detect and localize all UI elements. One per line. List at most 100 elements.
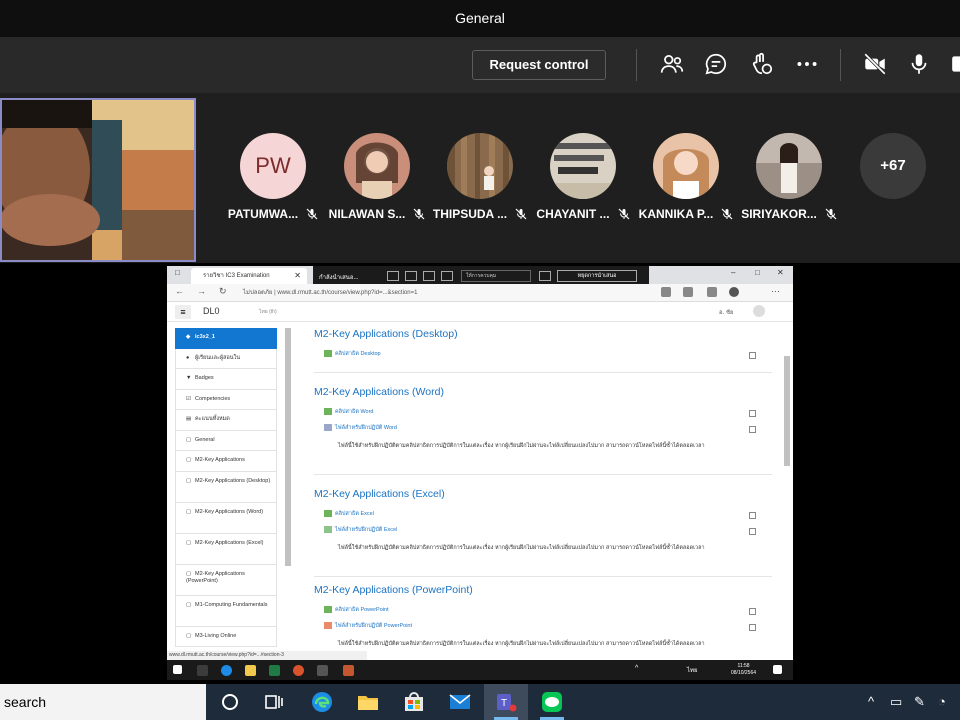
- participant-tile[interactable]: CHAYANIT ...: [533, 133, 633, 221]
- powerpoint-icon[interactable]: [293, 665, 304, 676]
- sidebar-item-section[interactable]: ▢ M2-Key Applications (Desktop): [175, 471, 277, 503]
- user-menu[interactable]: อ. ชัย: [719, 307, 734, 317]
- section-title[interactable]: M2-Key Applications (Word): [314, 386, 772, 398]
- activity-link[interactable]: ไฟล์สำหรับฝึกปฏิบัติ Word: [324, 424, 397, 432]
- edge-icon[interactable]: [310, 690, 334, 714]
- layout-icon[interactable]: [441, 271, 453, 281]
- clock[interactable]: 11:58 08/10/2564: [731, 663, 756, 677]
- activity-link[interactable]: ไฟล์สำหรับฝึกปฏิบัติ PowerPoint: [324, 622, 412, 630]
- site-brand[interactable]: DL0: [203, 306, 220, 316]
- store-icon[interactable]: [402, 690, 426, 714]
- minimize-icon[interactable]: –: [731, 268, 735, 277]
- participant-tile[interactable]: PW PATUMWA...: [223, 133, 323, 221]
- sidebar-item-grades[interactable]: ▤ คะแนนทั้งหมด: [175, 410, 277, 431]
- edge-icon[interactable]: [221, 665, 232, 676]
- app-icon[interactable]: [317, 665, 328, 676]
- layout-icon[interactable]: [387, 271, 399, 281]
- wifi-icon[interactable]: ◔: [938, 694, 954, 710]
- more-participants-button[interactable]: +67: [860, 133, 926, 199]
- participant-tile[interactable]: NILAWAN S...: [327, 133, 427, 221]
- notification-icon[interactable]: [773, 665, 782, 674]
- sidebar-scrollbar[interactable]: [285, 328, 291, 566]
- battery-icon[interactable]: ▭: [890, 694, 906, 710]
- profile-icon[interactable]: [729, 287, 739, 297]
- mic-icon[interactable]: [906, 51, 932, 79]
- activity-link[interactable]: คลิปสาธิต Excel: [324, 510, 374, 518]
- teams-icon[interactable]: T: [494, 690, 518, 714]
- completion-checkbox[interactable]: [749, 528, 756, 535]
- url-field[interactable]: ไม่ปลอดภัย | www.dl.rmutt.ac.th/course/v…: [243, 287, 643, 299]
- favorites-icon[interactable]: [707, 287, 717, 297]
- give-control-select[interactable]: ให้การควบคุม: [461, 270, 531, 282]
- participant-tile[interactable]: SIRIYAKOR...: [739, 133, 839, 221]
- search-icon[interactable]: [197, 665, 208, 676]
- self-video-tile[interactable]: [0, 98, 196, 262]
- extension-icon[interactable]: [661, 287, 671, 297]
- line-icon[interactable]: [540, 690, 564, 714]
- sidebar-item-section[interactable]: ▢ M2-Key Applications (Word): [175, 502, 277, 534]
- section-title[interactable]: M2-Key Applications (Desktop): [314, 328, 772, 340]
- task-view-icon[interactable]: [262, 690, 286, 714]
- camera-off-icon[interactable]: [862, 51, 888, 79]
- avatar[interactable]: [753, 305, 765, 317]
- people-icon[interactable]: [659, 51, 685, 79]
- language-indicator[interactable]: ไทย: [687, 665, 707, 676]
- reactions-icon[interactable]: [749, 51, 775, 79]
- completion-checkbox[interactable]: [749, 352, 756, 359]
- sidebar-item-section[interactable]: ▢ M3-Living Online: [175, 626, 277, 647]
- back-icon[interactable]: ←: [175, 286, 184, 296]
- activity-link[interactable]: คลิปสาธิต Word: [324, 408, 373, 416]
- tray-chevron-icon[interactable]: ^: [635, 665, 646, 676]
- maximize-icon[interactable]: □: [755, 268, 760, 277]
- forward-icon[interactable]: →: [197, 286, 206, 296]
- activity-link[interactable]: คลิปสาธิต Desktop: [324, 350, 381, 358]
- completion-checkbox[interactable]: [749, 426, 756, 433]
- layout-icon[interactable]: [405, 271, 417, 281]
- completion-checkbox[interactable]: [749, 608, 756, 615]
- sidebar-item-participants[interactable]: ● ผู้เรียนและผู้สอนใน: [175, 348, 277, 369]
- extension-icon[interactable]: [683, 287, 693, 297]
- completion-checkbox[interactable]: [749, 624, 756, 631]
- completion-checkbox[interactable]: [749, 410, 756, 417]
- section-title[interactable]: M2-Key Applications (Excel): [314, 488, 772, 500]
- close-icon[interactable]: ✕: [294, 268, 301, 284]
- activity-link[interactable]: ไฟล์สำหรับฝึกปฏิบัติ Excel: [324, 526, 397, 534]
- tab-actions-icon[interactable]: □: [175, 268, 180, 277]
- menu-icon[interactable]: ≡: [175, 305, 191, 319]
- participant-tile[interactable]: THIPSUDA ...: [430, 133, 530, 221]
- refresh-icon[interactable]: ↻: [219, 286, 227, 297]
- share-icon[interactable]: [950, 51, 960, 79]
- sidebar-item-section[interactable]: ▢ M2-Key Applications (PowerPoint): [175, 564, 277, 596]
- start-icon[interactable]: [173, 665, 182, 674]
- sidebar-item-course[interactable]: ◆ ic3x2_1: [175, 328, 277, 349]
- stop-presenting-button[interactable]: หยุดการนำเสนอ: [557, 270, 637, 282]
- sidebar-item-section[interactable]: ▢ M2-Key Applications: [175, 451, 277, 472]
- include-audio-icon[interactable]: [539, 271, 551, 281]
- chat-icon[interactable]: [703, 51, 729, 79]
- browser-tab[interactable]: รายวิชา IC3 Examination ✕: [191, 268, 307, 284]
- completion-checkbox[interactable]: [749, 512, 756, 519]
- touchpad-icon[interactable]: ✎: [914, 694, 930, 710]
- sidebar-item-competencies[interactable]: ☑ Competencies: [175, 389, 277, 410]
- section-title[interactable]: M2-Key Applications (PowerPoint): [314, 584, 772, 596]
- tray-chevron-icon[interactable]: ^: [868, 694, 884, 710]
- layout-icon[interactable]: [423, 271, 435, 281]
- sidebar-item-badges[interactable]: ▼ Badges: [175, 369, 277, 390]
- more-icon[interactable]: [794, 51, 820, 79]
- cortana-icon[interactable]: [218, 690, 242, 714]
- language-menu[interactable]: ไทย (th): [259, 308, 277, 316]
- app-icon[interactable]: [343, 665, 354, 676]
- more-icon[interactable]: ⋯: [771, 286, 780, 297]
- participant-tile[interactable]: KANNIKA P...: [636, 133, 736, 221]
- sidebar-item-general[interactable]: ▢ General: [175, 430, 277, 451]
- sidebar-item-section[interactable]: ▢ M1-Computing Fundamentals: [175, 595, 277, 627]
- mail-icon[interactable]: [448, 690, 472, 714]
- content-scrollbar[interactable]: [784, 356, 790, 466]
- search-input[interactable]: search: [0, 684, 206, 720]
- activity-link[interactable]: คลิปสาธิต PowerPoint: [324, 606, 389, 614]
- close-window-icon[interactable]: ✕: [777, 268, 784, 277]
- file-explorer-icon[interactable]: [356, 690, 380, 714]
- excel-icon[interactable]: [269, 665, 280, 676]
- request-control-button[interactable]: Request control: [472, 50, 606, 80]
- sidebar-item-section[interactable]: ▢ M2-Key Applications (Excel): [175, 533, 277, 565]
